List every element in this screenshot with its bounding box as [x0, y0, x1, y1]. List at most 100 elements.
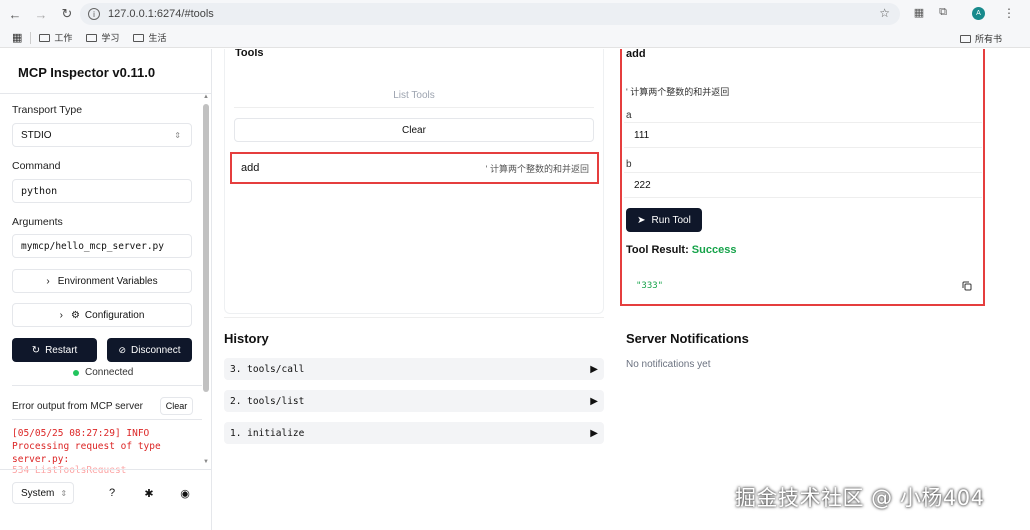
bookmark-label: 所有书	[975, 34, 1003, 44]
env-vars-button[interactable]: › Environment Variables	[12, 269, 192, 293]
translate-icon[interactable]: ▦	[912, 6, 926, 20]
bookmark-separator	[30, 31, 32, 44]
env-vars-label: Environment Variables	[57, 275, 158, 287]
param-input-b[interactable]: 222	[624, 172, 982, 198]
status-text: Connected	[85, 367, 134, 378]
history-item[interactable]: 3. tools/call ▶	[224, 358, 604, 380]
avatar[interactable]: A	[972, 7, 985, 20]
github-icon[interactable]: ◉	[178, 486, 192, 500]
scroll-up-icon[interactable]: ▲	[203, 94, 209, 100]
tool-item-add[interactable]: add ' 计算两个整数的和并返回	[230, 152, 599, 184]
bookmark-folder[interactable]: 学习	[86, 31, 119, 44]
bookmark-label: 工作	[54, 33, 73, 43]
gear-icon: ⚙	[70, 309, 80, 321]
result-value: "333"	[636, 281, 664, 291]
restart-label: Restart	[45, 344, 78, 356]
updown-chevron-icon: ⇕	[60, 488, 68, 498]
help-icon[interactable]: ?	[105, 486, 119, 500]
apps-grid-icon[interactable]: ▦	[12, 31, 22, 44]
play-triangle-icon: ▶	[590, 363, 598, 375]
reload-icon[interactable]: ↻	[56, 3, 78, 25]
sidebar: MCP Inspector v0.11.0 Transport Type STD…	[0, 49, 212, 530]
theme-select[interactable]: System ⇕	[12, 482, 74, 504]
configuration-button[interactable]: › ⚙ Configuration	[12, 303, 192, 327]
list-tools-button[interactable]: List Tools	[234, 84, 594, 108]
folder-icon	[39, 33, 51, 42]
bookmark-folder[interactable]: 生活	[133, 31, 166, 44]
theme-value: System	[21, 487, 55, 499]
url-text: 127.0.0.1:6274/#tools	[108, 8, 214, 20]
bookmarks-bar: ▦ 工作 学习 生活 所有书	[0, 28, 1030, 48]
forward-icon[interactable]: →	[30, 3, 52, 25]
bug-icon[interactable]: ✱	[142, 486, 156, 500]
run-tool-label: Run Tool	[651, 214, 691, 226]
tool-result-heading: Tool Result: Success	[626, 244, 736, 256]
play-triangle-icon: ▶	[590, 395, 598, 407]
arguments-label: Arguments	[12, 216, 63, 228]
restart-icon: ↻	[31, 344, 41, 356]
send-icon: ➤	[637, 214, 646, 226]
result-label: Tool Result:	[626, 244, 689, 256]
watermark: 掘金技术社区 @ 小杨404	[735, 486, 985, 510]
folder-icon	[133, 33, 145, 42]
notifications-empty: No notifications yet	[626, 359, 711, 370]
menu-icon[interactable]: ⋮	[1003, 6, 1015, 20]
updown-chevron-icon: ⇕	[174, 130, 181, 140]
command-input[interactable]: python	[12, 179, 192, 203]
address-bar[interactable]: i 127.0.0.1:6274/#tools ☆	[80, 3, 900, 25]
history-item[interactable]: 1. initialize ▶	[224, 422, 604, 444]
bookmark-label: 生活	[148, 33, 167, 43]
tool-detail-title: add	[626, 49, 646, 60]
transport-value: STDIO	[21, 129, 52, 141]
arguments-input[interactable]: mymcp/hello_mcp_server.py	[12, 234, 192, 258]
param-input-a[interactable]: 111	[624, 122, 982, 148]
divider	[224, 317, 604, 318]
copy-icon[interactable]	[962, 281, 972, 291]
error-output-label: Error output from MCP server	[12, 401, 143, 412]
connection-status: Connected	[73, 367, 133, 378]
all-bookmarks[interactable]: 所有书	[960, 32, 1002, 45]
tools-title: Tools	[235, 49, 264, 59]
error-output-text: [05/05/25 08:27:29] INFO Processing requ…	[12, 428, 161, 465]
tool-name: add	[241, 162, 260, 174]
back-icon[interactable]: ←	[4, 3, 26, 25]
chevron-right-icon: ›	[46, 275, 50, 287]
history-item[interactable]: 2. tools/list ▶	[224, 390, 604, 412]
site-info-icon[interactable]: i	[88, 8, 100, 20]
command-label: Command	[12, 160, 61, 172]
notifications-title: Server Notifications	[626, 331, 749, 346]
divider	[12, 419, 202, 420]
bookmark-label: 学习	[101, 33, 120, 43]
history-item-label: 1. initialize	[230, 427, 305, 439]
param-label-b: b	[626, 159, 632, 170]
transport-select[interactable]: STDIO ⇕	[12, 123, 192, 147]
tool-detail-description: ' 计算两个整数的和并返回	[626, 87, 730, 97]
app-title: MCP Inspector v0.11.0	[18, 65, 156, 80]
divider	[0, 93, 212, 94]
history-item-label: 3. tools/call	[230, 363, 305, 375]
scroll-down-icon[interactable]: ▼	[203, 459, 209, 465]
configuration-label: Configuration	[84, 309, 145, 321]
status-dot	[73, 369, 79, 376]
error-clear-button[interactable]: Clear	[160, 397, 193, 415]
extensions-icon[interactable]: ⧉	[936, 6, 950, 20]
unplug-icon: ⊘	[118, 344, 127, 355]
sidebar-scrollbar[interactable]	[203, 104, 209, 392]
run-tool-button[interactable]: ➤ Run Tool	[626, 208, 702, 232]
restart-button[interactable]: ↻ Restart	[12, 338, 97, 362]
divider	[0, 469, 212, 470]
history-title: History	[224, 331, 269, 346]
bookmark-star-icon[interactable]: ☆	[879, 6, 890, 20]
bookmark-folder[interactable]: 工作	[39, 31, 72, 44]
play-triangle-icon: ▶	[590, 427, 598, 439]
history-item-label: 2. tools/list	[230, 395, 305, 407]
param-label-a: a	[626, 110, 632, 121]
folder-icon	[86, 33, 98, 42]
folder-icon	[960, 34, 971, 43]
disconnect-button[interactable]: ⊘ Disconnect	[107, 338, 192, 362]
result-status: Success	[691, 244, 737, 256]
transport-label: Transport Type	[12, 104, 83, 116]
clear-tools-button[interactable]: Clear	[234, 118, 594, 142]
tool-description: ' 计算两个整数的和并返回	[485, 163, 589, 174]
disconnect-label: Disconnect	[131, 344, 181, 356]
